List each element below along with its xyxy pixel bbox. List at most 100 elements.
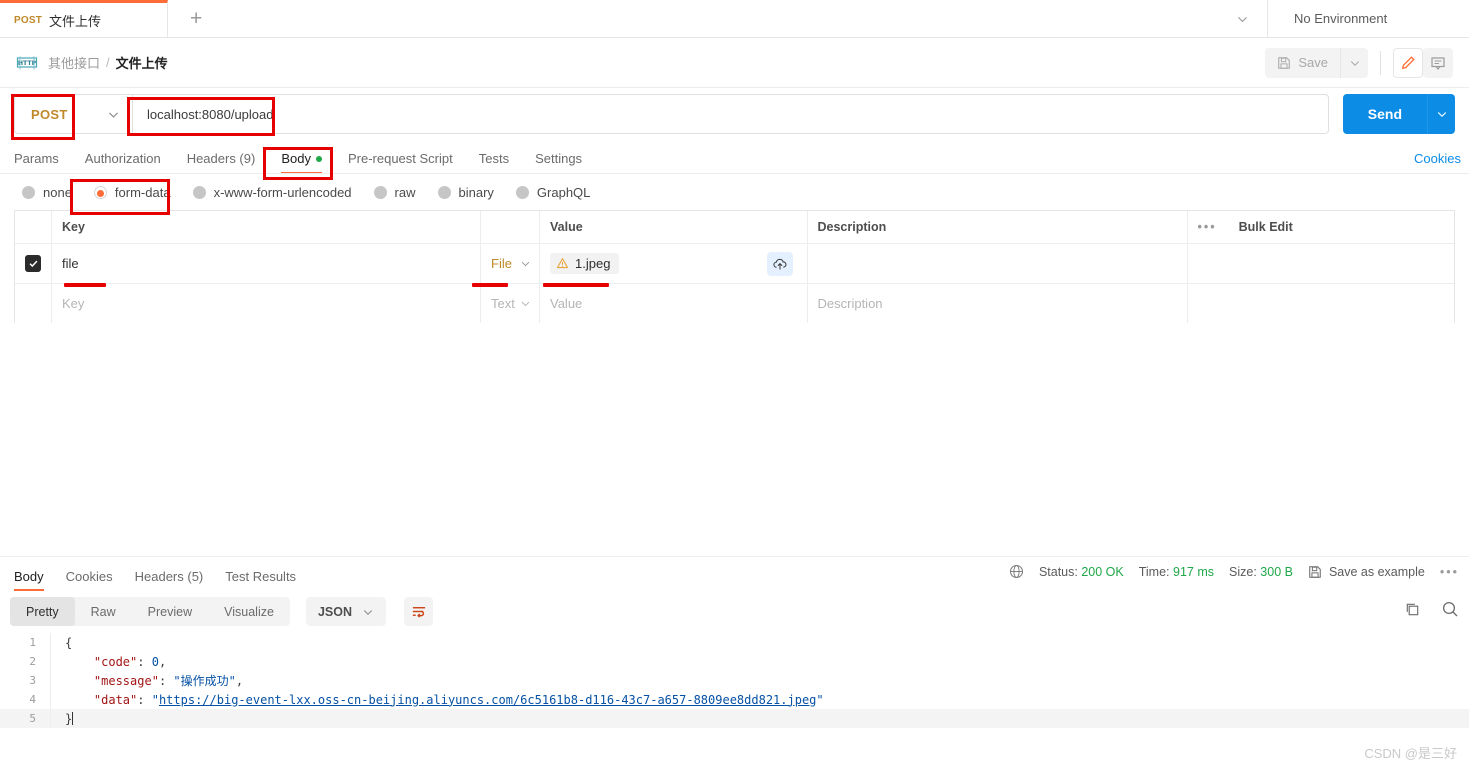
- tab-tests[interactable]: Tests: [479, 151, 509, 174]
- copy-icon[interactable]: [1404, 601, 1421, 618]
- row-key-input[interactable]: file: [52, 244, 481, 283]
- code-line-text: "message": "操作成功",: [50, 671, 1469, 690]
- comments-button[interactable]: [1423, 47, 1453, 78]
- bulk-edit-button[interactable]: Bulk Edit: [1239, 220, 1293, 234]
- breadcrumb-collection[interactable]: 其他接口: [48, 53, 100, 72]
- url-input[interactable]: localhost:8080/upload: [132, 94, 1329, 134]
- save-as-example-button[interactable]: Save as example: [1308, 565, 1425, 579]
- json-value-message: "操作成功": [173, 674, 236, 688]
- wrap-text-icon: [411, 604, 427, 619]
- request-tab-method: POST: [14, 14, 43, 26]
- comment-icon: [1430, 55, 1446, 71]
- radio-icon: [192, 186, 206, 199]
- cookies-link[interactable]: Cookies: [1414, 151, 1461, 166]
- response-tab-body[interactable]: Body: [14, 569, 44, 591]
- format-preview[interactable]: Preview: [132, 597, 208, 626]
- header-type: [481, 211, 539, 243]
- pencil-icon: [1400, 55, 1416, 71]
- response-tab-cookies[interactable]: Cookies: [66, 569, 113, 591]
- response-tab-test-results-label: Test Results: [225, 569, 297, 584]
- line-number: 3: [29, 674, 36, 687]
- tab-body[interactable]: Body: [281, 151, 322, 174]
- code-line-text: "data": " https://big-event-lxx.oss-cn-be…: [50, 690, 1469, 709]
- ellipsis-icon[interactable]: •••: [1440, 565, 1459, 579]
- search-icon[interactable]: [1441, 600, 1459, 618]
- selected-file-chip[interactable]: 1.jpeg: [550, 253, 620, 274]
- watermark: CSDN @是三好: [1364, 746, 1457, 761]
- row-description-input[interactable]: [806, 244, 1187, 283]
- response-format-bar: Pretty Raw Preview Visualize JSON: [10, 597, 433, 626]
- request-tab-label: 文件上传: [49, 13, 102, 29]
- code-line-text: "code": 0,: [50, 652, 1469, 671]
- response-language-selector[interactable]: JSON: [305, 597, 386, 626]
- wrap-text-button[interactable]: [404, 597, 433, 626]
- body-type-none-label: none: [43, 185, 72, 200]
- header-value: Value: [539, 211, 807, 243]
- breadcrumb-bar: HTTP 其他接口 / 文件上传 Save: [0, 38, 1469, 88]
- status-indicator: Status: 200 OK: [1039, 565, 1124, 579]
- row-type-selector[interactable]: File: [481, 244, 539, 283]
- colon: :: [158, 673, 174, 688]
- tab-authorization[interactable]: Authorization: [85, 151, 161, 174]
- response-body-code[interactable]: 1 { 2 "code": 0, 3 "message": "操作成功", 4 …: [0, 633, 1469, 728]
- new-tab-button[interactable]: +: [168, 0, 1268, 37]
- size-label: Size:: [1229, 564, 1257, 579]
- tab-pre-request-script[interactable]: Pre-request Script: [348, 151, 453, 174]
- tab-settings[interactable]: Settings: [535, 151, 582, 174]
- breadcrumb-actions: Save: [1265, 47, 1453, 78]
- body-type-binary[interactable]: binary: [437, 185, 494, 200]
- response-tab-test-results[interactable]: Test Results: [225, 569, 296, 591]
- placeholder-checkbox[interactable]: [15, 284, 52, 323]
- chevron-down-icon: [520, 258, 531, 269]
- http-method-selector[interactable]: POST: [14, 94, 132, 134]
- body-type-raw-label: raw: [394, 185, 416, 200]
- edit-request-button[interactable]: [1393, 47, 1423, 78]
- format-visualize[interactable]: Visualize: [208, 597, 290, 626]
- tab-params[interactable]: Params: [14, 151, 59, 174]
- breadcrumb-separator: /: [106, 55, 110, 70]
- warning-triangle-icon: [556, 257, 569, 270]
- size-value: 300 B: [1260, 564, 1293, 579]
- response-tab-headers[interactable]: Headers (5): [135, 569, 204, 591]
- save-dropdown-button[interactable]: [1340, 47, 1368, 78]
- tabs-underline: [0, 173, 1469, 174]
- body-type-x-www-form-urlencoded-label: x-www-form-urlencoded: [213, 185, 352, 200]
- body-type-graphql[interactable]: GraphQL: [515, 185, 590, 200]
- send-options-button[interactable]: [1427, 94, 1455, 134]
- body-modified-dot-icon: [315, 155, 322, 162]
- header-checkbox-cell: [15, 211, 52, 243]
- row-value-cell[interactable]: 1.jpeg: [539, 244, 807, 283]
- plus-icon: +: [190, 7, 203, 30]
- environment-selector[interactable]: No Environment: [1268, 0, 1469, 37]
- cloud-upload-icon[interactable]: [766, 251, 793, 276]
- tab-bar: POST 文件上传 + No Environment: [0, 0, 1469, 38]
- body-type-x-www-form-urlencoded[interactable]: x-www-form-urlencoded: [192, 185, 352, 200]
- save-button[interactable]: Save: [1265, 47, 1340, 78]
- json-value-data-url[interactable]: https://big-event-lxx.oss-cn-beijing.ali…: [159, 693, 816, 707]
- row-checkbox[interactable]: [15, 244, 52, 283]
- format-pretty[interactable]: Pretty: [10, 597, 75, 626]
- globe-icon: [1009, 564, 1024, 579]
- http-icon: HTTP: [16, 55, 38, 71]
- body-type-none[interactable]: none: [22, 185, 72, 200]
- body-type-raw[interactable]: raw: [373, 185, 416, 200]
- placeholder-description-input[interactable]: Description: [806, 284, 1187, 323]
- code-line-text: }: [50, 709, 1469, 728]
- line-number: 1: [29, 636, 36, 649]
- header-bulk-actions: ••• Bulk Edit: [1186, 211, 1455, 243]
- tab-headers[interactable]: Headers (9): [187, 151, 256, 174]
- request-tab-file-upload[interactable]: POST 文件上传: [0, 0, 168, 37]
- chevron-down-icon[interactable]: [1236, 12, 1249, 25]
- json-key-code: "code": [93, 654, 138, 669]
- body-type-form-data[interactable]: form-data: [93, 185, 171, 200]
- format-raw[interactable]: Raw: [75, 597, 132, 626]
- placeholder-type-selector[interactable]: Text: [481, 284, 539, 323]
- placeholder-key-input[interactable]: Key: [52, 284, 481, 323]
- send-button[interactable]: Send: [1342, 94, 1427, 134]
- radio-icon: [515, 186, 529, 199]
- format-preview-label: Preview: [147, 604, 193, 619]
- ellipsis-icon[interactable]: •••: [1198, 220, 1217, 234]
- line-number: 2: [29, 655, 36, 668]
- body-type-form-data-label: form-data: [114, 185, 171, 200]
- placeholder-value-input[interactable]: Value: [539, 284, 807, 323]
